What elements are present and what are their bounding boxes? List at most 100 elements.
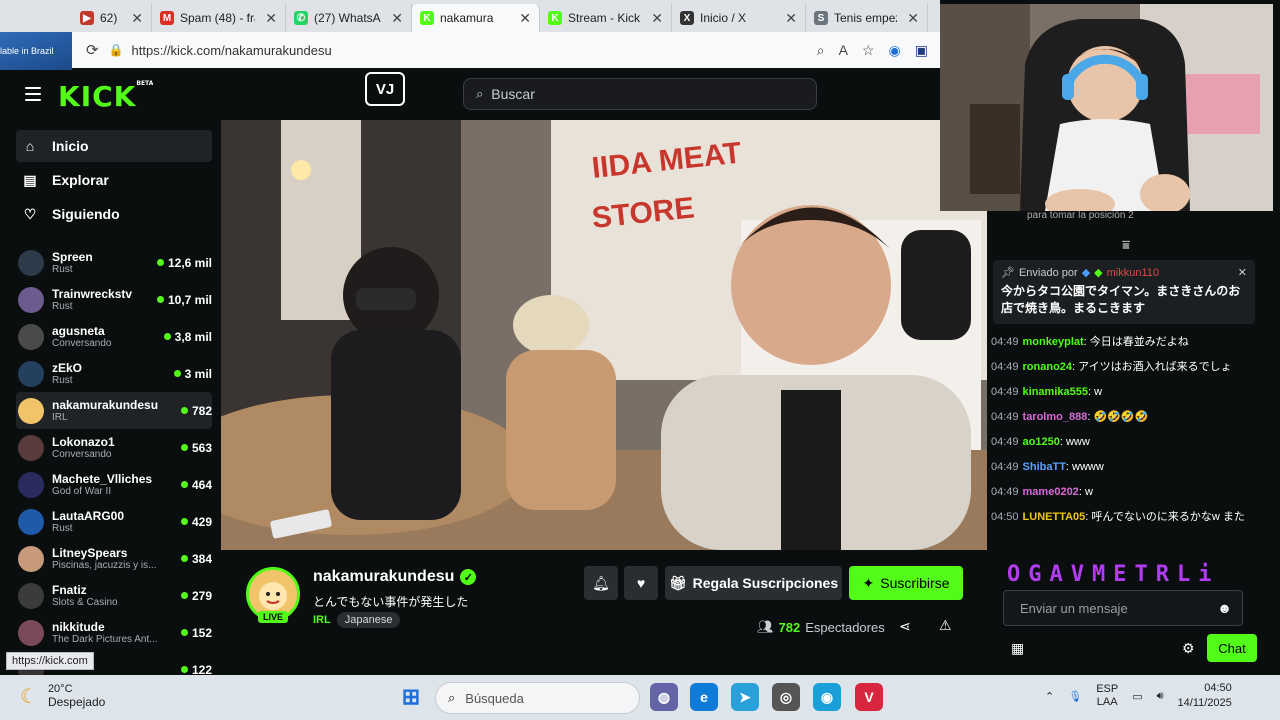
- channel-item[interactable]: LitneySpears Piscinas, jacuzzis y is... 38…: [16, 540, 212, 577]
- url-text: https://kick.com/nakamurakundesu: [131, 42, 332, 58]
- viewer-count-text: 3,8 mil: [174, 329, 212, 344]
- extension-icon-2[interactable]: ▣: [915, 42, 928, 59]
- video-player[interactable]: IIDA MEAT STORE: [221, 120, 987, 550]
- clock[interactable]: 04:50 14/11/2025: [1178, 681, 1232, 711]
- channel-viewers: 152: [180, 626, 212, 640]
- channel-category: The Dark Pictures Ant...: [52, 634, 158, 645]
- language-tag[interactable]: Japanese: [336, 612, 401, 628]
- channel-item[interactable]: Lokonazo1 Conversando 563: [16, 429, 212, 466]
- message-time: 04:50: [991, 511, 1019, 523]
- channel-category: Rust: [52, 301, 73, 312]
- tab-close-icon[interactable]: ✕: [907, 10, 919, 27]
- live-dot-icon: [156, 296, 164, 303]
- chat-message: 04:49 ao1250: www: [991, 430, 1261, 455]
- browser-tab[interactable]: ▶ 62) Causa ✕: [72, 4, 152, 32]
- channel-item[interactable]: LautaARG00 Rust 429: [16, 503, 212, 540]
- message-text: w: [1084, 486, 1093, 498]
- browser-tab[interactable]: ✆ (27) WhatsApp ✕: [286, 4, 412, 32]
- refresh-icon[interactable]: ⟳: [86, 41, 99, 59]
- filter-icon[interactable]: ⩸: [1122, 237, 1130, 253]
- channel-item[interactable]: agusneta Conversando 3,8 mil: [16, 318, 212, 355]
- viewer-label: Espectadores: [805, 619, 885, 635]
- message-user[interactable]: kinamika555: [1023, 386, 1088, 398]
- follow-button[interactable]: ♥: [624, 566, 658, 600]
- message-user[interactable]: mame0202: [1023, 486, 1079, 498]
- share-icon[interactable]: ⋖: [899, 618, 911, 635]
- category-link[interactable]: IRL: [313, 614, 331, 626]
- tab-close-icon[interactable]: ✕: [265, 10, 277, 27]
- browser-tab[interactable]: X Inicio / X ✕: [672, 4, 806, 32]
- avatar: [18, 323, 44, 350]
- browser-icon[interactable]: ◉: [813, 683, 841, 711]
- teams-icon[interactable]: ◍: [650, 683, 678, 711]
- windows-start-icon[interactable]: ⊞: [397, 683, 425, 711]
- telegram-icon[interactable]: ➤: [731, 683, 759, 711]
- gear-icon[interactable]: ⚙: [1182, 640, 1195, 657]
- message-user[interactable]: ao1250: [1023, 436, 1060, 448]
- store-icon[interactable]: ▦: [1011, 640, 1024, 657]
- message-user[interactable]: LUNETTA05: [1023, 511, 1086, 523]
- channel-item[interactable]: Machete_Vlliches God of War II 464: [16, 466, 212, 503]
- message-user[interactable]: ronano24: [1023, 361, 1073, 373]
- browser-tab[interactable]: S Tenis empezar ✕: [806, 4, 928, 32]
- tab-close-icon[interactable]: ✕: [651, 10, 663, 27]
- kick-logo[interactable]: KICKBETA: [58, 80, 153, 113]
- channel-item[interactable]: zEkO Rust 3 mil: [16, 355, 212, 392]
- avatar: [18, 582, 44, 609]
- live-dot-icon: [180, 555, 188, 562]
- read-aloud-icon[interactable]: A: [839, 42, 848, 59]
- tab-close-icon[interactable]: ✕: [391, 10, 403, 27]
- vj-logo[interactable]: VJ: [365, 72, 405, 106]
- viewer-count-text: 464: [191, 477, 212, 492]
- mic-icon[interactable]: 🎙︎: [1068, 690, 1082, 703]
- taskbar-search[interactable]: ⌕ Búsqueda: [435, 682, 640, 714]
- unpin-icon[interactable]: ✕: [1238, 266, 1247, 279]
- tab-close-icon[interactable]: ✕: [519, 10, 531, 27]
- pinned-user[interactable]: mikkun110: [1107, 267, 1159, 279]
- gift-subs-button[interactable]: 🎁︎ Regala Suscripciones: [665, 566, 842, 600]
- live-dot-icon: [180, 481, 188, 488]
- browser-tab[interactable]: M Spam (48) - frai ✕: [152, 4, 286, 32]
- video-frame: IIDA MEAT STORE: [221, 120, 987, 550]
- tab-close-icon[interactable]: ✕: [131, 10, 143, 27]
- network-icon[interactable]: ▭: [1132, 690, 1142, 703]
- url-field[interactable]: 🔒 https://kick.com/nakamurakundesu: [109, 37, 807, 63]
- tab-close-icon[interactable]: ✕: [785, 10, 797, 27]
- chat-message: 04:50 LUNETTA05: 呼んでないのに来るかなw また: [991, 505, 1261, 530]
- extension-icon[interactable]: ◉: [889, 42, 901, 59]
- volume-icon[interactable]: 🔊︎: [1157, 690, 1164, 703]
- channel-item[interactable]: Trainwreckstv Rust 10,7 mil: [16, 281, 212, 318]
- browser-tab[interactable]: K Stream - Kick D ✕: [540, 4, 672, 32]
- browser-tab[interactable]: Knakamura ✕: [412, 4, 540, 32]
- nav-item[interactable]: ▤ Explorar: [16, 164, 212, 196]
- message-user[interactable]: ShibaTT: [1023, 461, 1066, 473]
- app-icon[interactable]: ◎: [772, 683, 800, 711]
- favorite-star-icon[interactable]: ☆: [862, 42, 875, 59]
- tab-favicon-icon: X: [680, 11, 694, 25]
- channel-item[interactable]: nakamurakundesu IRL 782: [16, 392, 212, 429]
- channel-item[interactable]: Fnatiz Slots & Casino 279: [16, 577, 212, 614]
- channel-item[interactable]: nikkitude The Dark Pictures Ant... 152: [16, 614, 212, 651]
- streamer-name[interactable]: nakamurakundesu: [313, 568, 454, 586]
- channel-item[interactable]: Spreen Rust 12,6 mil: [16, 244, 212, 281]
- weather-desc: Despejado: [47, 695, 106, 709]
- search-input[interactable]: ⌕ Buscar: [463, 78, 817, 110]
- nav-item[interactable]: ⌂ Inicio: [16, 130, 212, 162]
- edge-icon[interactable]: e: [690, 683, 718, 711]
- chat-send-button[interactable]: Chat: [1207, 634, 1257, 662]
- notification-button[interactable]: 🔔︎: [584, 566, 618, 600]
- message-user[interactable]: tarolmo_888: [1023, 411, 1088, 423]
- nav-item[interactable]: ♡ Siguiendo: [16, 198, 212, 230]
- subscribe-button[interactable]: ✦ Suscribirse: [849, 566, 963, 600]
- avatar: [18, 545, 44, 572]
- chat-input[interactable]: Enviar un mensaje ☻: [1003, 590, 1243, 626]
- weather-widget[interactable]: ☾ 20°C Despejado: [20, 683, 105, 709]
- menu-icon[interactable]: [25, 87, 41, 101]
- zoom-icon[interactable]: ⌕: [817, 42, 825, 59]
- emoji-icon[interactable]: ☻: [1217, 600, 1232, 616]
- message-user[interactable]: monkeyplat: [1023, 336, 1084, 348]
- chevron-up-icon[interactable]: ⌃: [1045, 690, 1054, 703]
- language-indicator[interactable]: ESP LAA: [1096, 683, 1118, 709]
- vivaldi-icon[interactable]: V: [855, 683, 883, 711]
- report-icon[interactable]: ⚠: [939, 617, 952, 634]
